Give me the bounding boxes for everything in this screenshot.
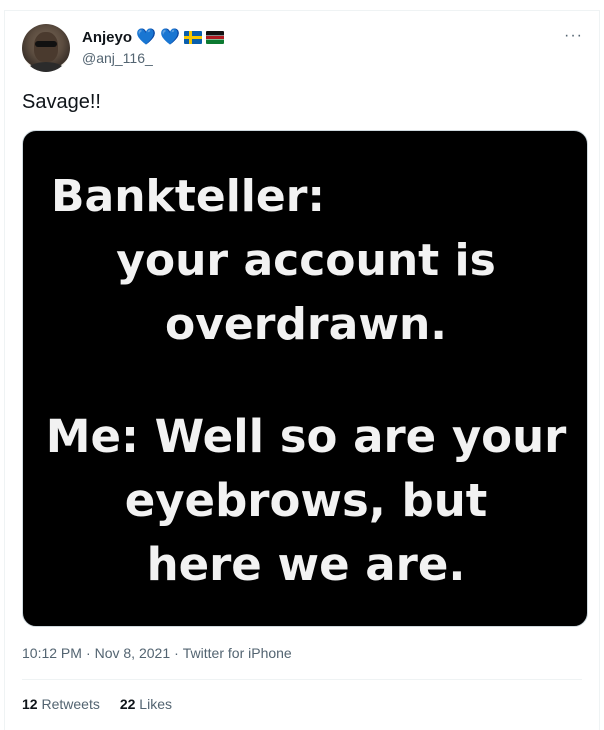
tweet-date[interactable]: Nov 8, 2021 [95, 645, 171, 661]
tweet-time[interactable]: 10:12 PM [22, 645, 82, 661]
image-text-line: your account is [116, 235, 496, 286]
avatar-glasses [35, 41, 57, 47]
image-text-line: eyebrows, but [124, 474, 488, 527]
blue-heart-icon: 💙 [159, 28, 180, 46]
author-name-row[interactable]: Anjeyo 💙 💙 [82, 29, 224, 46]
retweets-count: 12 [22, 696, 38, 712]
author-handle[interactable]: @anj_116_ [82, 50, 153, 66]
avatar-shirt [26, 62, 66, 72]
tweet-source[interactable]: Twitter for iPhone [183, 645, 292, 661]
tweet-card: Anjeyo 💙 💙 @anj_116_ ··· Savage!! Bankte… [4, 10, 600, 730]
tweet-image[interactable]: Bankteller: your account is overdrawn. M… [22, 130, 588, 627]
avatar[interactable] [22, 24, 70, 72]
blue-heart-icon: 💙 [136, 28, 156, 46]
image-text-line: here we are. [146, 538, 466, 591]
more-options-icon[interactable]: ··· [564, 27, 583, 45]
separator-dot: · [85, 645, 91, 661]
tweet-metadata: 10:12 PM · Nov 8, 2021 · Twitter for iPh… [22, 645, 292, 661]
tweet-text: Savage!! [22, 91, 101, 113]
likes-count: 22 [119, 696, 136, 712]
image-caption-me: Me: Well so are your eyebrows, but here … [23, 405, 587, 597]
sweden-flag-icon [183, 31, 202, 44]
image-text-line: overdrawn. [164, 299, 448, 350]
likes-stat[interactable]: 22 Likes [120, 696, 172, 712]
retweets-stat[interactable]: 12 Retweets [22, 696, 100, 712]
likes-label: Likes [139, 696, 172, 712]
avatar-face [34, 32, 58, 62]
separator-dot: · [174, 645, 179, 661]
image-text-line: Bankteller: [51, 171, 325, 222]
kenya-flag-icon [205, 31, 224, 44]
image-caption-bankteller: Bankteller: your account is overdrawn. [23, 165, 587, 357]
engagement-stats: 12 Retweets 22 Likes [22, 696, 172, 712]
retweets-label: Retweets [41, 696, 100, 712]
divider [22, 679, 582, 680]
image-text-line: Me: Well so are your [45, 410, 567, 463]
author-display-name[interactable]: Anjeyo [82, 29, 132, 46]
